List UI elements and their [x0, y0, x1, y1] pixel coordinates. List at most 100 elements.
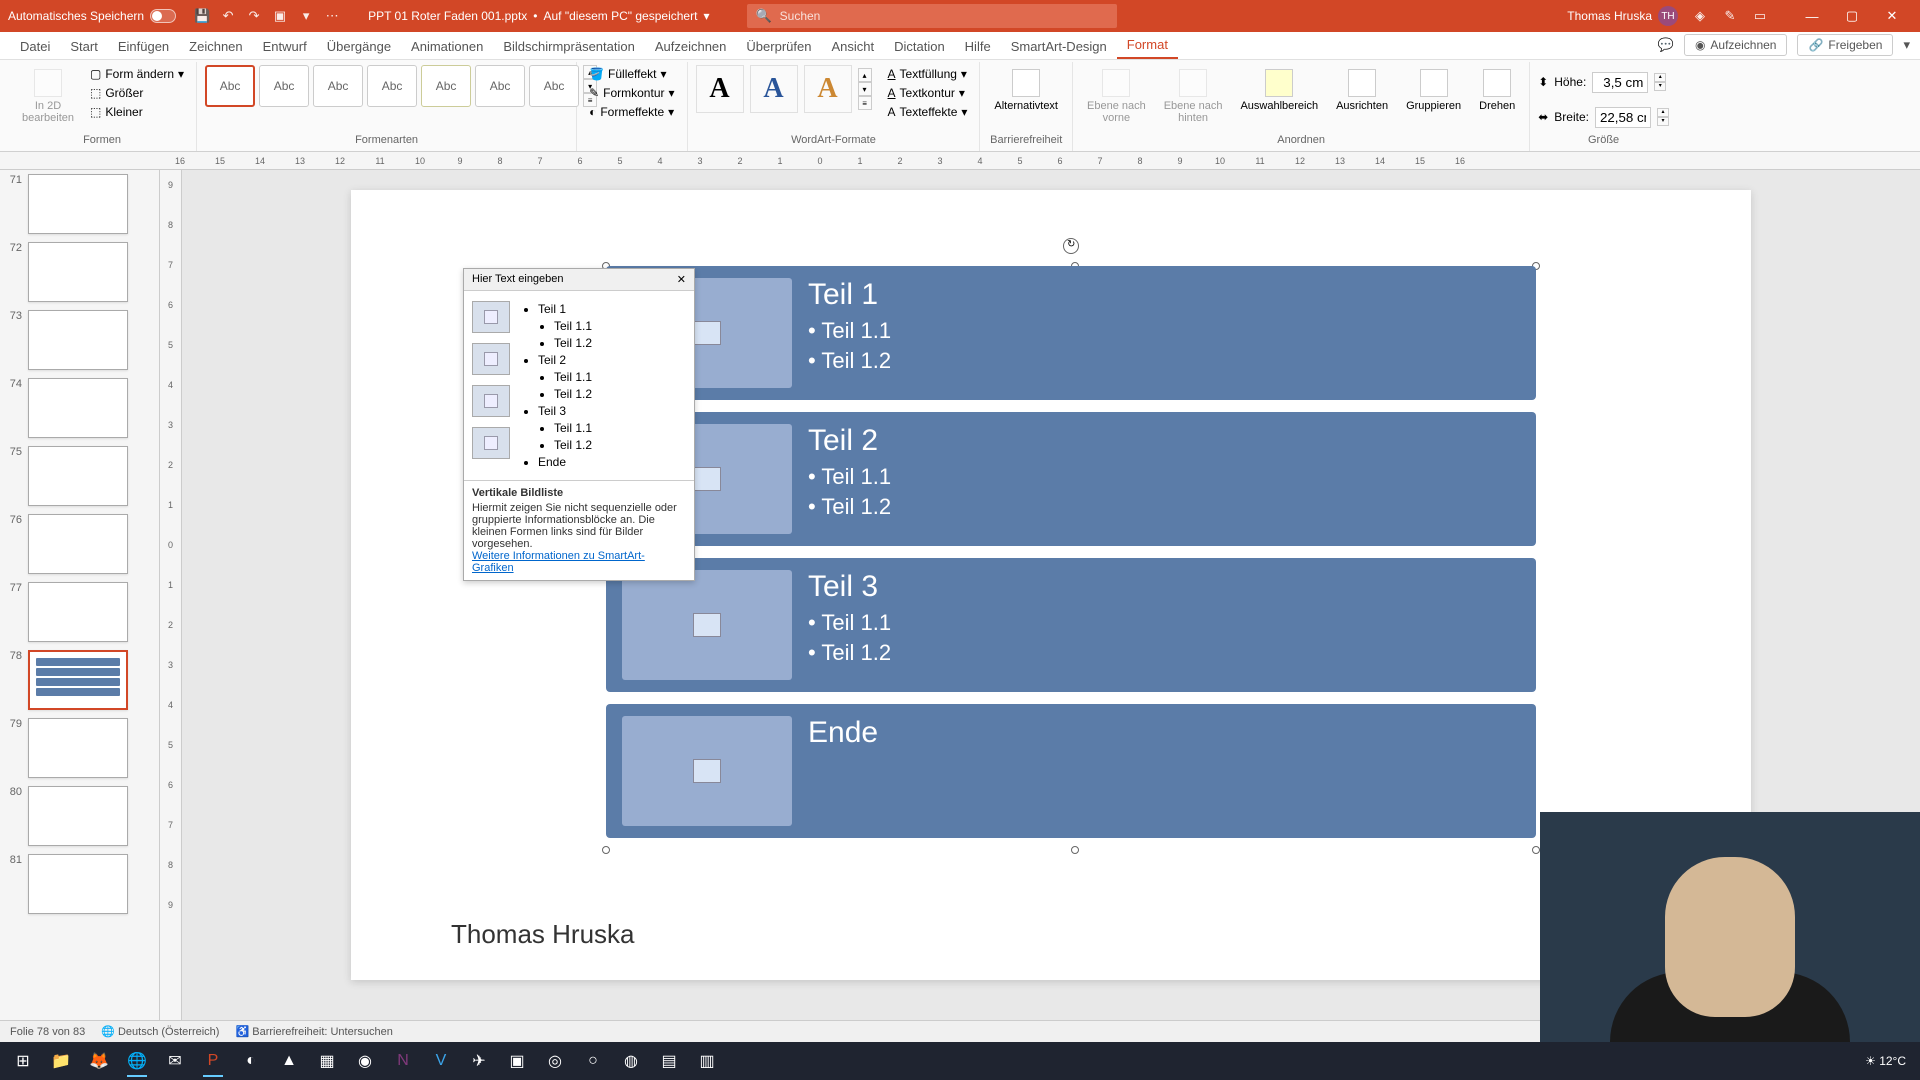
app-icon[interactable]: ◍ — [614, 1045, 648, 1077]
tab-presentation[interactable]: Bildschirmpräsentation — [493, 34, 645, 59]
obs-icon[interactable]: ◎ — [538, 1045, 572, 1077]
style-item[interactable]: Abc — [475, 65, 525, 107]
picture-placeholder[interactable] — [622, 716, 792, 826]
spin-up[interactable]: ▴ — [1654, 73, 1666, 82]
thumbnail-row[interactable]: 76 — [4, 514, 155, 574]
toggle-switch[interactable] — [150, 9, 176, 23]
tab-smartart-design[interactable]: SmartArt-Design — [1001, 34, 1117, 59]
textfill-button[interactable]: A Textfüllung ▾ — [884, 65, 972, 83]
tp-thumb[interactable] — [472, 427, 510, 459]
diamond-icon[interactable]: ◈ — [1692, 8, 1708, 24]
app-icon[interactable]: ◉ — [348, 1045, 382, 1077]
accessibility-check[interactable]: ♿ Barrierefreiheit: Untersuchen — [235, 1025, 392, 1038]
group-button[interactable]: Gruppieren — [1400, 65, 1467, 116]
tab-entwurf[interactable]: Entwurf — [253, 34, 317, 59]
vlc-icon[interactable]: ▲ — [272, 1045, 306, 1077]
wordart-style[interactable]: A — [804, 65, 852, 113]
picture-placeholder[interactable] — [622, 570, 792, 680]
style-item[interactable]: Abc — [367, 65, 417, 107]
pen-icon[interactable]: ✎ — [1722, 8, 1738, 24]
redo-icon[interactable]: ↷ — [246, 8, 262, 24]
file-title[interactable]: PPT 01 Roter Faden 001.pptx • Auf "diese… — [368, 9, 709, 23]
smartart-graphic[interactable]: Teil 1• Teil 1.1• Teil 1.2Teil 2• Teil 1… — [606, 266, 1536, 850]
app-icon[interactable]: ○ — [576, 1045, 610, 1077]
smartart-item[interactable]: Ende — [606, 704, 1536, 838]
comments-icon[interactable]: 💬 — [1658, 37, 1674, 53]
shape-style-gallery[interactable]: Abc Abc Abc Abc Abc Abc Abc ▴▾≡ — [205, 65, 597, 107]
wordart-gallery[interactable]: A A A ▴▾≡ — [696, 65, 872, 113]
telegram-icon[interactable]: ✈ — [462, 1045, 496, 1077]
tab-ueberpruefen[interactable]: Überprüfen — [736, 34, 821, 59]
thumbnail-row[interactable]: 73 — [4, 310, 155, 370]
tab-datei[interactable]: Datei — [10, 34, 60, 59]
thumbnail-row[interactable]: 77 — [4, 582, 155, 642]
change-shape-button[interactable]: ▢ Form ändern ▾ — [86, 65, 188, 83]
smartart-item[interactable]: Teil 1• Teil 1.1• Teil 1.2 — [606, 266, 1536, 400]
minimize-button[interactable]: — — [1792, 2, 1832, 30]
tab-animationen[interactable]: Animationen — [401, 34, 493, 59]
share-button[interactable]: 🔗 Freigeben — [1797, 34, 1893, 56]
thumbnail-row[interactable]: 81 — [4, 854, 155, 914]
tp-thumb[interactable] — [472, 343, 510, 375]
slide-thumbnail-panel[interactable]: 7172737475767778798081 — [0, 170, 160, 1020]
width-control[interactable]: ⬌Breite: ▴▾ — [1538, 107, 1669, 128]
thumbnail-row[interactable]: 75 — [4, 446, 155, 506]
spin-down[interactable]: ▾ — [1657, 117, 1669, 126]
thumbnail-row[interactable]: 71 — [4, 174, 155, 234]
app-icon[interactable]: ◐ — [234, 1045, 268, 1077]
thumbnail-row[interactable]: 72 — [4, 242, 155, 302]
style-item[interactable]: Abc — [313, 65, 363, 107]
align-button[interactable]: Ausrichten — [1330, 65, 1394, 116]
app-icon[interactable]: ▥ — [690, 1045, 724, 1077]
tab-ansicht[interactable]: Ansicht — [821, 34, 884, 59]
style-item[interactable]: Abc — [529, 65, 579, 107]
tab-zeichnen[interactable]: Zeichnen — [179, 34, 252, 59]
close-icon[interactable]: ✕ — [677, 273, 686, 286]
smartart-text-pane[interactable]: Hier Text eingeben ✕ Teil 1Teil 1.1Teil … — [463, 268, 695, 581]
text-pane-outline[interactable]: Teil 1Teil 1.1Teil 1.2Teil 2Teil 1.1Teil… — [518, 295, 690, 476]
thumbnail-row[interactable]: 80 — [4, 786, 155, 846]
selection-handle[interactable] — [1071, 846, 1079, 854]
height-input[interactable] — [1592, 72, 1648, 93]
close-button[interactable]: ✕ — [1872, 2, 1912, 30]
search-input[interactable] — [780, 9, 1110, 23]
explorer-icon[interactable]: 📁 — [44, 1045, 78, 1077]
thumbnail-row[interactable]: 79 — [4, 718, 155, 778]
rotate-button[interactable]: Drehen — [1473, 65, 1521, 116]
tab-aufzeichnen[interactable]: Aufzeichnen — [645, 34, 737, 59]
onenote-icon[interactable]: N — [386, 1045, 420, 1077]
alttext-button[interactable]: Alternativtext — [988, 65, 1064, 116]
weather-widget[interactable]: ☀ 12°C — [1865, 1054, 1906, 1068]
autosave-toggle[interactable]: Automatisches Speichern — [8, 9, 176, 23]
bigger-button[interactable]: ⬚ Größer — [86, 84, 188, 102]
language-indicator[interactable]: 🌐 Deutsch (Österreich) — [101, 1025, 219, 1038]
selection-handle[interactable] — [602, 846, 610, 854]
save-icon[interactable]: 💾 — [194, 8, 210, 24]
undo-icon[interactable]: ↶ — [220, 8, 236, 24]
texteffects-button[interactable]: A Texteffekte ▾ — [884, 103, 972, 121]
style-item[interactable]: Abc — [205, 65, 255, 107]
height-control[interactable]: ⬍Höhe: ▴▾ — [1538, 72, 1666, 93]
app-icon[interactable]: ▦ — [310, 1045, 344, 1077]
fill-button[interactable]: 🪣 Fülleffekt ▾ — [585, 65, 678, 83]
window-icon[interactable]: ▭ — [1752, 8, 1768, 24]
thumbnail-row[interactable]: 78 — [4, 650, 155, 710]
style-item[interactable]: Abc — [259, 65, 309, 107]
tab-start[interactable]: Start — [60, 34, 107, 59]
wordart-style[interactable]: A — [696, 65, 744, 113]
textoutline-button[interactable]: A Textkontur ▾ — [884, 84, 972, 102]
style-item[interactable]: Abc — [421, 65, 471, 107]
tab-dictation[interactable]: Dictation — [884, 34, 955, 59]
wordart-expand[interactable]: ▴▾≡ — [858, 68, 872, 110]
search-box[interactable]: 🔍 — [747, 4, 1117, 28]
record-button[interactable]: ◉ Aufzeichnen — [1684, 34, 1788, 56]
chrome-icon[interactable]: 🌐 — [120, 1045, 154, 1077]
vscode-icon[interactable]: V — [424, 1045, 458, 1077]
tp-thumb[interactable] — [472, 385, 510, 417]
app-icon[interactable]: ▣ — [500, 1045, 534, 1077]
maximize-button[interactable]: ▢ — [1832, 2, 1872, 30]
spin-up[interactable]: ▴ — [1657, 108, 1669, 117]
wordart-style[interactable]: A — [750, 65, 798, 113]
smaller-button[interactable]: ⬚ Kleiner — [86, 103, 188, 121]
spin-down[interactable]: ▾ — [1654, 82, 1666, 91]
